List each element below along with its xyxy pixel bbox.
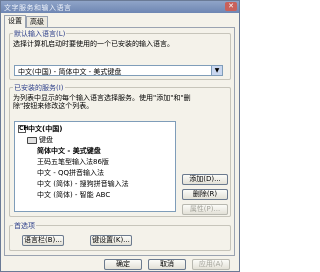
apply-button[interactable]: 应用(A) bbox=[192, 259, 230, 270]
installed-services-group: 已安装的服务(I) 为列表中显示的每个输入语言选择服务。使用"添加"和"删 除"… bbox=[9, 83, 231, 217]
keyboard-icon bbox=[27, 136, 37, 144]
preferences-label: 首选项 bbox=[13, 221, 36, 231]
services-tree[interactable]: CH中文(中国) 键盘 简体中文 - 美式键盘 王码五笔型输入法86版 中文 -… bbox=[14, 121, 176, 212]
default-language-group: 默认输入语言(L) 选择计算机启动时要使用的一个已安装的输入语言。 中文(中国)… bbox=[9, 29, 231, 80]
tree-item[interactable]: 中文 - QQ拼音输入法 bbox=[37, 168, 104, 178]
tree-item[interactable]: 王码五笔型输入法86版 bbox=[37, 157, 109, 167]
default-language-value: 中文(中国) - 简体中文 - 美式键盘 bbox=[18, 68, 122, 76]
installed-services-label: 已安装的服务(I) bbox=[13, 83, 65, 93]
tab-settings[interactable]: 设置 bbox=[4, 15, 26, 28]
remove-button[interactable]: 删除(R) bbox=[182, 189, 228, 200]
tree-item[interactable]: 简体中文 - 美式键盘 bbox=[37, 146, 101, 156]
installed-services-description-line2: 除"按钮来修改这个列表。 bbox=[13, 102, 94, 110]
cancel-button[interactable]: 取消 bbox=[148, 259, 186, 270]
add-button[interactable]: 添加(D)... bbox=[182, 174, 228, 185]
window-title: 文字服务和输入语言 bbox=[4, 4, 72, 12]
tree-node-language[interactable]: CH中文(中国) bbox=[18, 124, 62, 134]
default-language-select[interactable]: 中文(中国) - 简体中文 - 美式键盘 ▼ bbox=[14, 65, 223, 76]
title-bar[interactable]: 文字服务和输入语言 ✕ bbox=[1, 1, 239, 13]
default-language-label: 默认输入语言(L) bbox=[13, 29, 67, 39]
dialog-window: 文字服务和输入语言 ✕ 设置 高级 默认输入语言(L) 选择计算机启动时要使用的… bbox=[0, 0, 240, 272]
language-icon: CH bbox=[18, 125, 29, 133]
key-settings-button[interactable]: 键设置(K)... bbox=[90, 235, 132, 246]
settings-panel: 默认输入语言(L) 选择计算机启动时要使用的一个已安装的输入语言。 中文(中国)… bbox=[4, 27, 235, 256]
tree-item[interactable]: 中文 (简体) - 智能 ABC bbox=[37, 190, 110, 200]
tree-item[interactable]: 中文 (简体) - 搜狗拼音输入法 bbox=[37, 179, 129, 189]
installed-services-description-line1: 为列表中显示的每个输入语言选择服务。使用"添加"和"删 bbox=[13, 94, 191, 102]
default-language-description: 选择计算机启动时要使用的一个已安装的输入语言。 bbox=[13, 40, 174, 48]
tree-language-label: 中文(中国) bbox=[28, 125, 63, 133]
preferences-group: 首选项 语言栏(B)... 键设置(K)... bbox=[9, 221, 231, 251]
close-icon[interactable]: ✕ bbox=[225, 2, 237, 11]
chevron-down-icon[interactable]: ▼ bbox=[211, 66, 222, 75]
tree-keyboard-label: 键盘 bbox=[39, 136, 53, 144]
ok-button[interactable]: 确定 bbox=[104, 259, 142, 270]
language-bar-button[interactable]: 语言栏(B)... bbox=[22, 235, 64, 246]
tree-node-keyboard[interactable]: 键盘 bbox=[27, 135, 53, 145]
properties-button[interactable]: 属性(P)... bbox=[182, 204, 228, 215]
